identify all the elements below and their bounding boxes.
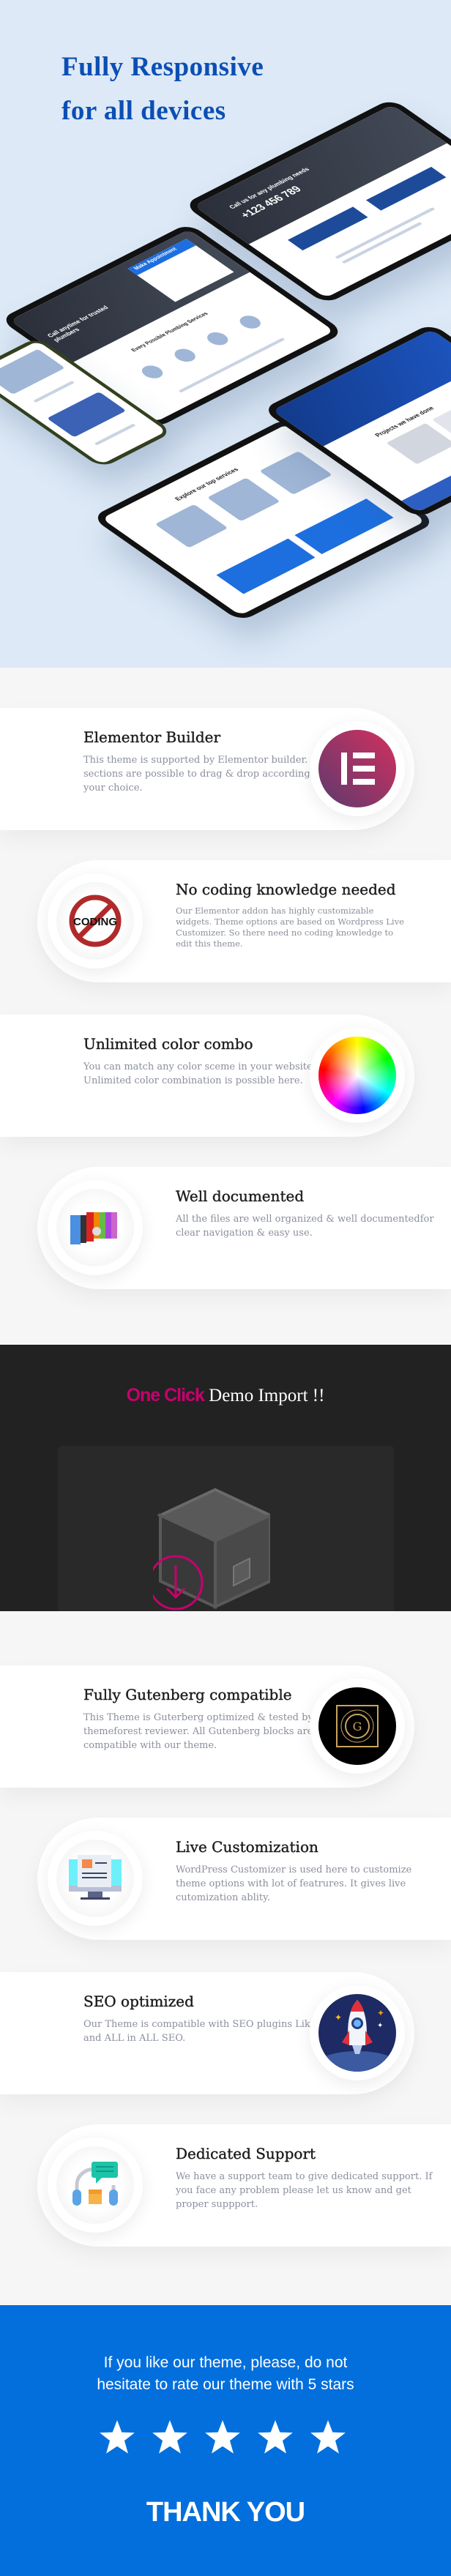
svg-text:✦: ✦ xyxy=(377,2022,383,2030)
feature-text: This theme is supported by Elementor bui… xyxy=(83,755,340,794)
star-icon[interactable] xyxy=(309,2419,347,2457)
gutenberg-logo-icon: G xyxy=(318,1687,396,1765)
feature-card-seo: SEO optimized Our Theme is compatible wit… xyxy=(0,1972,414,2094)
feature-card-no-coding: CODING No coding knowledge needed Our Ele… xyxy=(37,860,451,982)
demo-title-rest: Demo Import !! xyxy=(209,1386,325,1405)
svg-text:CODING: CODING xyxy=(73,916,117,928)
demo-import-section: One Click Demo Import !! xyxy=(0,1345,451,1611)
hero-section: Fully Responsive for all devices Call us … xyxy=(0,0,451,668)
feature-title: Elementor Builder xyxy=(83,728,221,746)
star-icon[interactable] xyxy=(98,2419,136,2457)
monitor-icon xyxy=(56,1840,134,1917)
color-wheel-icon xyxy=(318,1037,396,1114)
feature-card-color: Unlimited color combo You can match any c… xyxy=(0,1015,414,1137)
feature-title: SEO optimized xyxy=(83,1993,194,2010)
svg-text:✦: ✦ xyxy=(335,2012,342,2023)
feature-text: Our Theme is compatible with SEO plugins… xyxy=(83,2019,345,2044)
feature-card-gutenberg: Fully Gutenberg compatible This Theme is … xyxy=(0,1665,414,1788)
feature-title: Unlimited color combo xyxy=(83,1035,253,1053)
feature-title: Well documented xyxy=(176,1187,305,1205)
rating-section: If you like our theme, please, do not hes… xyxy=(0,2305,451,2576)
rating-message: If you like our theme, please, do not hes… xyxy=(0,2352,451,2396)
feature-card-support: Dedicated Support We have a support team … xyxy=(37,2124,451,2247)
hero-title: Fully Responsive for all devices xyxy=(61,45,264,133)
svg-text:✦: ✦ xyxy=(377,2008,384,2018)
feature-card-customization: Live Customization WordPress Customizer i… xyxy=(37,1818,451,1940)
feature-text: Our Elementor addon has highly customiza… xyxy=(176,906,404,949)
demo-import-panel xyxy=(58,1446,394,1611)
no-coding-icon: CODING xyxy=(56,882,134,960)
package-download-icon xyxy=(153,1487,270,1610)
feature-title: Fully Gutenberg compatible xyxy=(83,1686,292,1703)
feature-text: We have a support team to give dedicated… xyxy=(176,2171,433,2210)
thank-you-heading: THANK YOU xyxy=(146,2497,305,2528)
demo-import-title: One Click Demo Import !! xyxy=(0,1385,451,1406)
headset-support-icon xyxy=(56,2146,134,2224)
rocket-icon: ✦ ✦ ✦ xyxy=(318,1994,396,2072)
hero-title-line1: Fully Responsive xyxy=(61,52,264,82)
feature-card-elementor: Elementor Builder This theme is supported… xyxy=(0,708,414,830)
star-icon[interactable] xyxy=(256,2419,294,2457)
feature-card-documented: Well documented All the files are well or… xyxy=(37,1167,451,1289)
binders-icon xyxy=(56,1189,134,1266)
hero-title-line2: for all devices xyxy=(61,96,226,126)
star-icon[interactable] xyxy=(151,2419,189,2457)
feature-title: No coding knowledge needed xyxy=(176,881,396,898)
star-rating[interactable] xyxy=(98,2419,347,2457)
elementor-logo-icon xyxy=(318,730,396,807)
rating-line2: hesitate to rate our theme with 5 stars xyxy=(97,2376,354,2393)
rating-line1: If you like our theme, please, do not xyxy=(103,2354,348,2371)
star-icon[interactable] xyxy=(204,2419,242,2457)
svg-text:G: G xyxy=(353,1720,362,1733)
feature-title: Live Customization xyxy=(176,1838,318,1856)
feature-text: WordPress Customizer is used here to cus… xyxy=(176,1864,412,1903)
feature-text: All the files are well organized & well … xyxy=(176,1214,434,1239)
feature-title: Dedicated Support xyxy=(176,2145,316,2162)
demo-highlight: One Click xyxy=(126,1385,205,1405)
feature-text: You can match any color sceme in your we… xyxy=(83,1061,316,1086)
